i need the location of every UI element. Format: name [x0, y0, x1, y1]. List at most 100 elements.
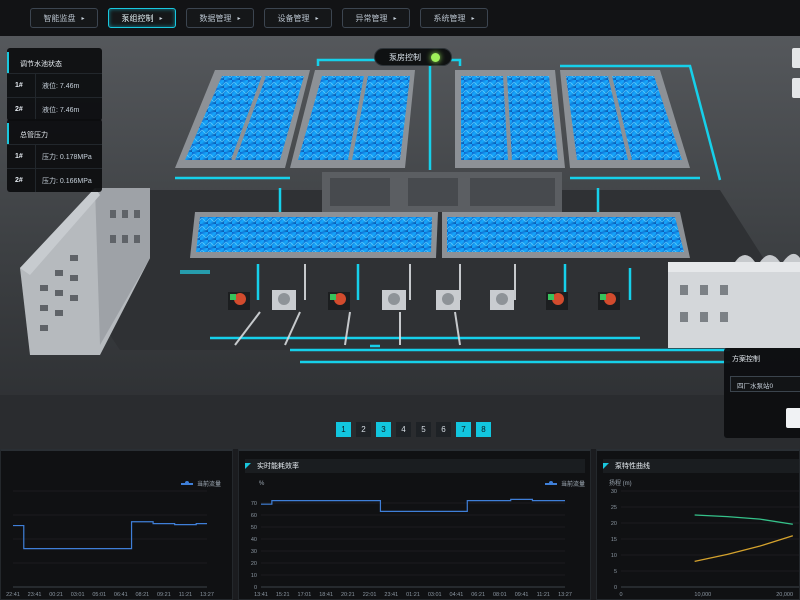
x-tick-label: 03:01: [428, 592, 442, 598]
page-button-2[interactable]: 2: [356, 422, 371, 437]
nav-tab-0[interactable]: 智能监盘 ▸: [30, 8, 98, 28]
status-indicator-icon: [431, 52, 440, 62]
y-tick-label: 25: [611, 505, 617, 511]
nav-tab-4[interactable]: 异常管理 ▸: [342, 8, 410, 28]
pump-room-control-toggle[interactable]: 泵房控制: [374, 48, 452, 66]
y-tick-label: 30: [611, 489, 617, 495]
y-tick-label: 70: [251, 501, 257, 507]
y-tick-label: 30: [251, 549, 257, 555]
x-tick-label: 22:41: [6, 592, 20, 598]
flow-chart: 22:41 23:41 00:21 03:01 05:01 06:41 08:21 09:21…: [6, 490, 214, 598]
x-tick-label: 01:21: [406, 592, 420, 598]
series-line: [261, 498, 565, 512]
info-row: 2# 压力: 0.166MPa: [7, 168, 102, 192]
water-level-title: 调节水池状态: [7, 52, 102, 73]
nav-tab-label: 系统管理: [433, 13, 466, 23]
pump-station-dashboard: 智能监盘 ▸ 泵组控制 ▸ 数据管理 ▸ 设备管理 ▸ 异常管理 ▸ 系统管理 ▸ 泵房控制…: [0, 0, 800, 600]
caret-right-icon: ▸: [315, 15, 319, 22]
plant-selector-panel: 方案控制 四厂水泵站0: [724, 348, 800, 438]
x-tick-label: 18:41: [319, 592, 333, 598]
y-tick-label: 5: [614, 569, 617, 575]
nav-tab-5[interactable]: 系统管理 ▸: [420, 8, 488, 28]
x-tick-label: 13:27: [200, 592, 214, 598]
page-button-7[interactable]: 7: [456, 422, 471, 437]
x-tick-label: 08:21: [135, 592, 149, 598]
caret-right-icon: ▸: [81, 15, 85, 22]
nav-tab-label: 智能监盘: [43, 13, 76, 23]
plant-panel-title: 方案控制: [732, 356, 760, 363]
efficiency-chart: 0 10 20 30 40 50 60 70% 13:41 15:21 17:01 18:41 20:2…: [251, 481, 572, 598]
y-tick-label: 20: [251, 561, 257, 567]
x-tick-label: 13:27: [558, 592, 572, 598]
info-row: 1# 液位: 7.46m: [7, 73, 102, 97]
x-tick-label: 05:01: [92, 592, 106, 598]
x-tick-label: 08:01: [493, 592, 507, 598]
efficiency-chart-panel: 实时能耗效率 当前流量 0 10 20 30 40 50 60 70% 13:41 15:21 17…: [238, 449, 591, 600]
lower-tank-2: [442, 212, 690, 258]
top-navigation: 智能监盘 ▸ 泵组控制 ▸ 数据管理 ▸ 设备管理 ▸ 异常管理 ▸ 系统管理 ▸: [30, 8, 488, 28]
page-button-5[interactable]: 5: [416, 422, 431, 437]
water-level-card: 调节水池状态 1# 液位: 7.46m 2# 液位: 7.46m: [7, 48, 102, 121]
x-tick-label: 04:41: [450, 592, 464, 598]
x-tick-label: 13:41: [254, 592, 268, 598]
page-button-3[interactable]: 3: [376, 422, 391, 437]
y-tick-label: 15: [611, 537, 617, 543]
x-tick-label: 06:21: [471, 592, 485, 598]
caret-right-icon: ▸: [159, 15, 163, 22]
row-index: 2#: [15, 177, 23, 184]
caret-right-icon: ▸: [471, 15, 475, 22]
row-value: 液位: 7.46m: [35, 74, 79, 97]
right-building: [668, 253, 800, 348]
lower-tank-1: [190, 212, 438, 258]
nav-tab-1[interactable]: 泵组控制 ▸: [108, 8, 176, 28]
caret-right-icon: ▸: [237, 15, 241, 22]
y-tick-label: 40: [251, 537, 257, 543]
plant-panel-button[interactable]: [786, 408, 800, 428]
x-tick-label: 00:21: [49, 592, 63, 598]
x-tick-label: 15:21: [276, 592, 290, 598]
nav-tab-2[interactable]: 数据管理 ▸: [186, 8, 254, 28]
nav-tab-label: 异常管理: [355, 13, 388, 23]
pump-curve-chart: 0 5 10 15 20 25 30 扬程 (m) 0 10,000 20,000: [609, 479, 799, 598]
x-tick-label: 23:41: [28, 592, 42, 598]
row-index: 1#: [15, 153, 23, 160]
page-button-8[interactable]: 8: [476, 422, 491, 437]
y-tick-label: 0: [614, 585, 617, 591]
x-tick-label: 0: [619, 592, 622, 598]
x-tick-label: 11:21: [179, 592, 192, 598]
pump-pager: 1 2 3 4 5 6 7 8: [336, 422, 491, 437]
upper-tank-3: [455, 70, 565, 168]
x-tick-label: 23:41: [384, 592, 398, 598]
flow-chart-panel: 当前流量 22:41 23:41 00:21 03:01 05:01 06:41 08:21…: [0, 449, 233, 600]
page-button-6[interactable]: 6: [436, 422, 451, 437]
plant-select[interactable]: 四厂水泵站0: [730, 376, 800, 392]
x-tick-label: 06:41: [114, 592, 128, 598]
x-tick-label: 09:21: [157, 592, 171, 598]
y-tick-label: 10: [611, 553, 617, 559]
x-tick-label: 22:01: [363, 592, 377, 598]
y-tick-label: 60: [251, 513, 257, 519]
x-tick-label: 11:21: [537, 592, 550, 598]
x-tick-label: 10,000: [694, 592, 711, 598]
y-tick-label: 20: [611, 521, 617, 527]
page-button-4[interactable]: 4: [396, 422, 411, 437]
right-edge-button-1[interactable]: [792, 48, 800, 68]
curve-series-2: [694, 535, 794, 563]
y-tick-label: 0: [254, 585, 257, 591]
page-button-1[interactable]: 1: [336, 422, 351, 437]
nav-tab-label: 泵组控制: [121, 13, 154, 23]
y-tick-label: 50: [251, 525, 257, 531]
y-axis-label: 扬程 (m): [609, 479, 632, 487]
info-row: 2# 液位: 7.46m: [7, 97, 102, 121]
info-row: 1# 压力: 0.178MPa: [7, 144, 102, 168]
row-value: 压力: 0.166MPa: [35, 169, 92, 192]
x-tick-label: 09:41: [515, 592, 529, 598]
series-line: [13, 521, 207, 550]
right-edge-button-2[interactable]: [792, 78, 800, 98]
caret-right-icon: ▸: [393, 15, 397, 22]
y-axis-label: %: [259, 481, 265, 487]
nav-tab-label: 数据管理: [199, 13, 232, 23]
pressure-title: 总管压力: [7, 123, 102, 144]
nav-tab-3[interactable]: 设备管理 ▸: [264, 8, 332, 28]
row-index: 1#: [15, 82, 23, 89]
